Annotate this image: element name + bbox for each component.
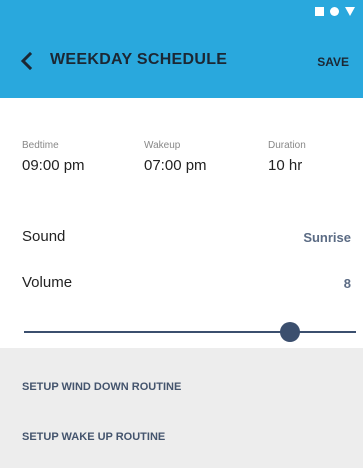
duration-value: 10 hr: [268, 157, 303, 174]
sound-value[interactable]: Sunrise: [303, 230, 351, 245]
volume-label: Volume: [22, 274, 73, 291]
page-title: WEEKDAY SCHEDULE: [50, 51, 228, 68]
setup-wake-up-button[interactable]: SETUP WAKE UP ROUTINE: [22, 431, 165, 443]
status-icons: [315, 5, 355, 17]
chevron-left-icon: [20, 51, 33, 71]
status-bar: [0, 0, 363, 24]
sound-label: Sound: [22, 228, 66, 245]
duration-label: Duration: [268, 140, 306, 151]
bedtime-label: Bedtime: [22, 140, 59, 151]
triangle-icon: [345, 6, 355, 16]
back-button[interactable]: [18, 51, 36, 71]
schedule-card: Bedtime 09:00 pm Wakeup 07:00 pm Duratio…: [0, 98, 363, 348]
wakeup-value: 07:00 pm: [144, 157, 207, 174]
slider-thumb[interactable]: [280, 322, 300, 342]
slider-track: [24, 331, 356, 333]
circle-icon: [330, 6, 339, 16]
duration-field: Duration 10 hr: [268, 140, 306, 174]
bedtime-value: 09:00 pm: [22, 157, 85, 174]
volume-slider[interactable]: [24, 322, 356, 342]
app-bar: WEEKDAY SCHEDULE SAVE: [0, 24, 363, 98]
volume-value: 8: [343, 276, 351, 291]
bedtime-field[interactable]: Bedtime 09:00 pm: [22, 140, 85, 174]
square-icon: [315, 6, 324, 16]
setup-wind-down-button[interactable]: SETUP WIND DOWN ROUTINE: [22, 381, 181, 393]
wakeup-label: Wakeup: [144, 140, 181, 151]
save-button[interactable]: SAVE: [317, 55, 349, 69]
wakeup-field[interactable]: Wakeup 07:00 pm: [144, 140, 207, 174]
